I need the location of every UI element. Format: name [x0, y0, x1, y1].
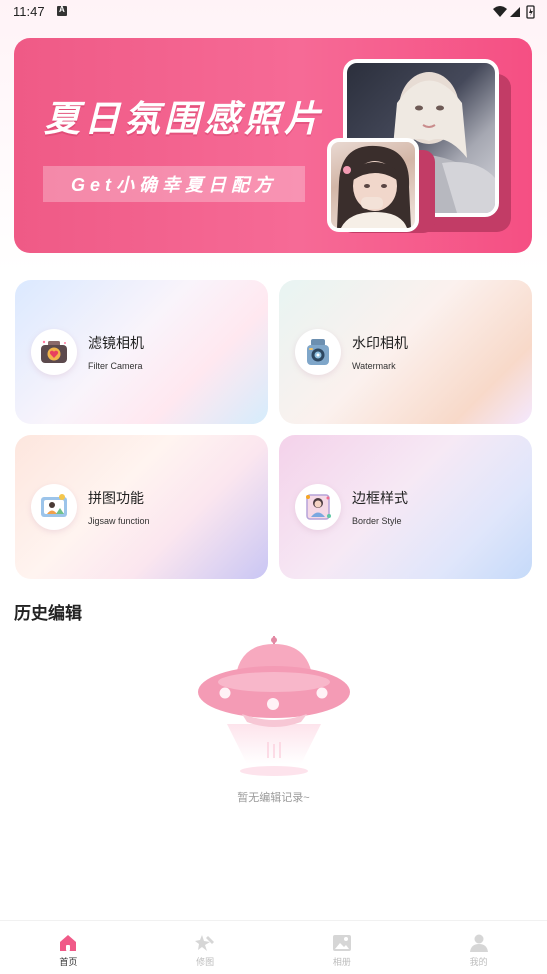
- vintage-camera-icon: [295, 329, 341, 375]
- nav-label: 首页: [59, 957, 78, 967]
- feature-subtitle: Jigsaw function: [88, 516, 150, 526]
- nav-item-edit[interactable]: 修图: [137, 921, 274, 974]
- feature-title: 拼图功能: [88, 490, 144, 506]
- nav-label: 我的: [469, 957, 488, 967]
- bottom-navigation: 首页 修图 相册 我的: [0, 920, 547, 974]
- status-icons: [493, 5, 535, 19]
- empty-history-text: 暂无编辑记录~: [237, 792, 310, 804]
- banner-subtitle-pill: Get小确幸夏日配方: [43, 166, 305, 202]
- status-bar: 11:47: [0, 0, 547, 24]
- gallery-icon: [332, 935, 351, 951]
- feature-subtitle: Watermark: [352, 361, 396, 371]
- banner-photo-small: [327, 138, 419, 232]
- feature-title: 水印相机: [352, 335, 408, 351]
- profile-icon: [469, 934, 488, 952]
- signal-icon: [510, 7, 520, 17]
- feature-subtitle: Filter Camera: [88, 361, 143, 371]
- feature-title: 边框样式: [352, 490, 408, 506]
- feature-card-jigsaw[interactable]: 拼图功能 Jigsaw function: [15, 435, 268, 579]
- nav-label: 修图: [196, 957, 215, 967]
- framed-portrait-icon: [295, 484, 341, 530]
- photo-collage-icon: [31, 484, 77, 530]
- camera-heart-icon: [31, 329, 77, 375]
- history-section-title: 历史编辑: [14, 604, 82, 623]
- status-time: 11:47: [13, 4, 45, 19]
- home-icon: [60, 935, 77, 951]
- nav-item-home[interactable]: 首页: [0, 921, 137, 974]
- nav-label: 相册: [332, 957, 351, 967]
- notification-a-icon: [57, 5, 67, 16]
- feature-card-filter-camera[interactable]: 滤镜相机 Filter Camera: [15, 280, 268, 424]
- promo-banner[interactable]: 夏日氛围感照片 Get小确幸夏日配方: [14, 38, 532, 253]
- nav-item-gallery[interactable]: 相册: [274, 921, 411, 974]
- feature-card-border-style[interactable]: 边框样式 Border Style: [279, 435, 532, 579]
- wifi-icon: [493, 6, 507, 17]
- nav-item-profile[interactable]: 我的: [410, 921, 547, 974]
- banner-subtitle: Get小确幸夏日配方: [70, 175, 277, 195]
- feature-title: 滤镜相机: [88, 335, 144, 351]
- edit-star-icon: [195, 935, 215, 951]
- feature-subtitle: Border Style: [352, 516, 402, 526]
- empty-ufo-illustration: [198, 636, 350, 776]
- banner-title: 夏日氛围感照片: [44, 98, 325, 139]
- feature-card-watermark[interactable]: 水印相机 Watermark: [279, 280, 532, 424]
